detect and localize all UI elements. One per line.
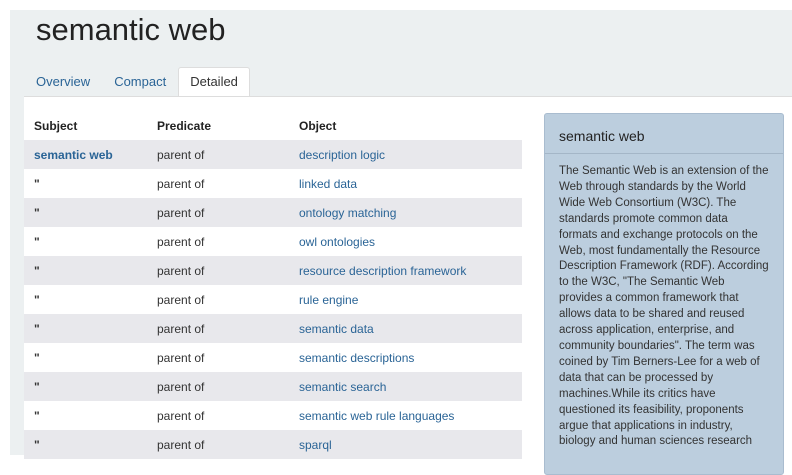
- object-link[interactable]: resource description framework: [299, 264, 466, 278]
- object-cell: linked data: [289, 169, 522, 198]
- table-row: " parent of semantic search: [24, 372, 522, 401]
- object-link[interactable]: sparql: [299, 438, 332, 452]
- subject-link[interactable]: semantic web: [34, 148, 113, 162]
- tab-overview[interactable]: Overview: [24, 67, 102, 96]
- object-cell: semantic descriptions: [289, 343, 522, 372]
- predicate-cell: parent of: [147, 256, 289, 285]
- object-link[interactable]: semantic descriptions: [299, 351, 414, 365]
- subject-ditto: ": [24, 314, 147, 343]
- table-row: semantic web parent of description logic: [24, 140, 522, 169]
- object-cell: rule engine: [289, 285, 522, 314]
- tab-content: Subject Predicate Object semantic web pa…: [24, 96, 792, 475]
- table-row: " parent of semantic data: [24, 314, 522, 343]
- object-cell: semantic search: [289, 372, 522, 401]
- description-panel: semantic web The Semantic Web is an exte…: [544, 113, 784, 475]
- object-link[interactable]: rule engine: [299, 293, 358, 307]
- panel-description: The Semantic Web is an extension of the …: [559, 165, 769, 448]
- table-row: " parent of semantic web rule languages: [24, 401, 522, 430]
- object-link[interactable]: semantic search: [299, 380, 386, 394]
- view-tabs: Overview Compact Detailed: [24, 67, 250, 98]
- triples-table: Subject Predicate Object semantic web pa…: [24, 111, 522, 459]
- table-row: " parent of semantic descriptions: [24, 343, 522, 372]
- subject-cell[interactable]: semantic web: [24, 140, 147, 169]
- subject-ditto: ": [34, 176, 40, 191]
- object-cell: description logic: [289, 140, 522, 169]
- subject-ditto: ": [24, 198, 147, 227]
- predicate-cell: parent of: [157, 350, 205, 365]
- column-header-subject: Subject: [34, 118, 78, 133]
- subject-ditto: ": [34, 350, 40, 365]
- tab-compact[interactable]: Compact: [102, 67, 178, 96]
- object-link[interactable]: description logic: [299, 148, 385, 162]
- subject-ditto: ": [34, 234, 40, 249]
- predicate-cell: parent of: [147, 314, 289, 343]
- object-link[interactable]: ontology matching: [299, 206, 396, 220]
- object-link[interactable]: semantic data: [299, 322, 374, 336]
- table-row: " parent of owl ontologies: [24, 227, 522, 256]
- predicate-cell: parent of: [147, 372, 289, 401]
- predicate-cell: parent of: [157, 408, 205, 423]
- predicate-cell: parent of: [157, 176, 205, 191]
- object-cell: semantic data: [289, 314, 522, 343]
- subject-ditto: ": [34, 292, 40, 307]
- predicate-cell: parent of: [147, 140, 289, 169]
- object-cell: resource description framework: [289, 256, 522, 285]
- predicate-cell: parent of: [157, 234, 205, 249]
- predicate-cell: parent of: [157, 292, 205, 307]
- column-header-object: Object: [299, 118, 337, 133]
- table-row: " parent of ontology matching: [24, 198, 522, 227]
- subject-ditto: ": [34, 408, 40, 423]
- predicate-cell: parent of: [147, 198, 289, 227]
- object-link[interactable]: owl ontologies: [299, 235, 375, 249]
- tab-detailed[interactable]: Detailed: [178, 67, 250, 98]
- object-cell: owl ontologies: [289, 227, 522, 256]
- subject-ditto: ": [24, 372, 147, 401]
- panel-title: semantic web: [545, 114, 783, 154]
- table-row: " parent of linked data: [24, 169, 522, 198]
- table-header-row: Subject Predicate Object: [24, 111, 522, 140]
- subject-ditto: ": [24, 256, 147, 285]
- page-title: semantic web: [36, 12, 226, 47]
- object-link[interactable]: linked data: [299, 177, 357, 191]
- object-link[interactable]: semantic web rule languages: [299, 409, 454, 423]
- table-row: " parent of resource description framewo…: [24, 256, 522, 285]
- object-cell: ontology matching: [289, 198, 522, 227]
- object-cell: semantic web rule languages: [289, 401, 522, 430]
- table-row: " parent of rule engine: [24, 285, 522, 314]
- column-header-predicate: Predicate: [157, 118, 212, 133]
